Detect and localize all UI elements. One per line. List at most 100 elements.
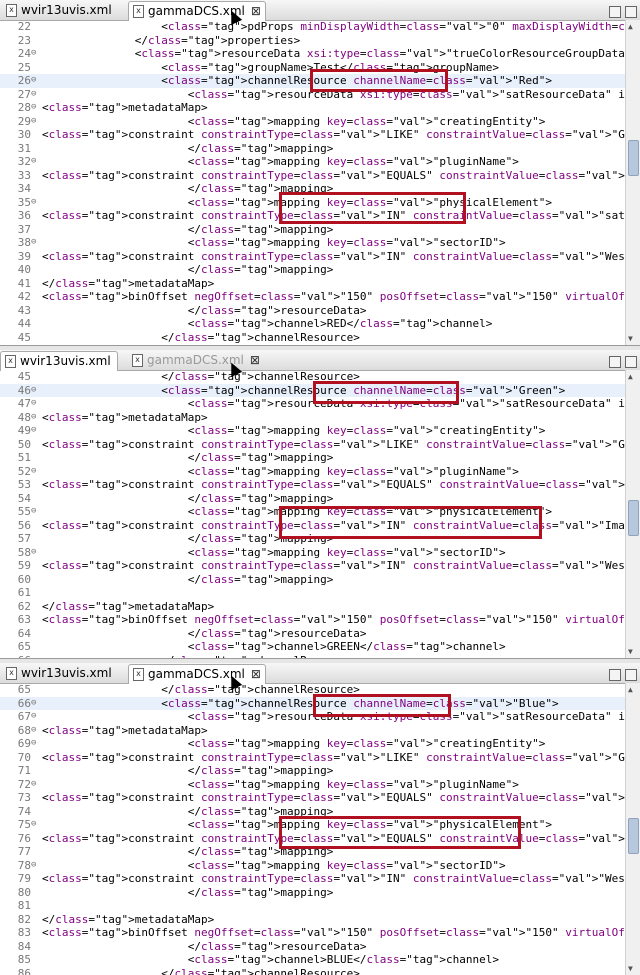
code-line[interactable]: 60 </class="tag">mapping> [0, 573, 626, 587]
maximize-icon[interactable] [625, 6, 637, 18]
fold-toggle-icon[interactable]: ⊖ [31, 384, 41, 398]
tab-wvir13uvis[interactable]: x wvir13uvis.xml [2, 664, 112, 682]
code-line[interactable]: 22 <class="tag">pdProps minDisplayWidth=… [0, 20, 640, 34]
fold-toggle-icon[interactable]: ⊖ [31, 101, 41, 115]
code-line[interactable]: 40 </class="tag">mapping> [0, 263, 626, 277]
vertical-scrollbar[interactable]: ▲ ▼ [625, 370, 640, 658]
code-line[interactable]: 85 <class="tag">channel>BLUE</class="tag… [0, 953, 626, 967]
code-line[interactable]: 73 <class="tag">constraint constraintType… [0, 791, 640, 805]
scroll-up-icon[interactable]: ▲ [628, 372, 633, 381]
close-icon[interactable]: ⊠ [250, 353, 260, 367]
code-line[interactable]: 81 [0, 899, 626, 913]
fold-toggle-icon[interactable]: ⊖ [31, 697, 41, 711]
code-line[interactable]: 64 </class="tag">resourceData> [0, 627, 626, 641]
code-line[interactable]: 24 ⊖ <class="tag">resourceData xsi:type=c… [0, 47, 638, 61]
vertical-scrollbar[interactable]: ▲ ▼ [625, 20, 640, 345]
code-line[interactable]: 59 <class="tag">constraint constraintType… [0, 559, 640, 573]
code-line[interactable]: 61 [0, 586, 626, 600]
code-line[interactable]: 51 </class="tag">mapping> [0, 451, 626, 465]
code-text: <class="tag">mapping key=class="val">"cr… [42, 424, 546, 437]
code-line[interactable]: 68 ⊖ <class="tag">metadataMap> [0, 724, 626, 738]
scroll-down-icon[interactable]: ▼ [628, 647, 633, 656]
code-line[interactable]: 84 </class="tag">resourceData> [0, 940, 626, 954]
tab-wvir13uvis[interactable]: x wvir13uvis.xml [0, 351, 118, 371]
fold-toggle-icon[interactable]: ⊖ [31, 859, 41, 873]
scroll-thumb[interactable] [628, 500, 639, 536]
code-line[interactable]: 37 </class="tag">mapping> [0, 223, 626, 237]
fold-toggle-icon[interactable]: ⊖ [31, 196, 41, 210]
fold-toggle-icon[interactable]: ⊖ [31, 505, 41, 519]
code-line[interactable]: 50 <class="tag">constraint constraintType… [0, 438, 640, 452]
code-line[interactable]: 45 </class="tag">channelResource> [0, 331, 626, 345]
code-line[interactable]: 31 </class="tag">mapping> [0, 142, 626, 156]
scroll-thumb[interactable] [628, 140, 639, 176]
tab-gammadcs[interactable]: x gammaDCS.xml ⊠ [128, 1, 266, 21]
code-line[interactable]: 63 <class="tag">binOffset negOffset=class… [0, 613, 640, 627]
fold-toggle-icon[interactable]: ⊖ [31, 411, 41, 425]
code-line[interactable]: 72 ⊖ <class="tag">mapping key=class="val"… [0, 778, 626, 792]
code-line[interactable]: 32 ⊖ <class="tag">mapping key=class="val"… [0, 155, 626, 169]
code-line[interactable]: 43 </class="tag">resourceData> [0, 304, 626, 318]
scroll-thumb[interactable] [628, 818, 639, 854]
code-line[interactable]: 39 <class="tag">constraint constraintType… [0, 250, 640, 264]
code-line[interactable]: 65 <class="tag">channel>GREEN</class="ta… [0, 640, 626, 654]
code-line[interactable]: 69 ⊖ <class="tag">mapping key=class="val"… [0, 737, 626, 751]
code-line[interactable]: 29 ⊖ <class="tag">mapping key=class="val"… [0, 115, 626, 129]
scroll-up-icon[interactable]: ▲ [628, 685, 633, 694]
fold-toggle-icon[interactable]: ⊖ [31, 818, 41, 832]
code-line[interactable]: 49 ⊖ <class="tag">mapping key=class="val"… [0, 424, 626, 438]
code-line[interactable]: 44 <class="tag">channel>RED</class="tag"… [0, 317, 626, 331]
scroll-up-icon[interactable]: ▲ [628, 22, 633, 31]
vertical-scrollbar[interactable]: ▲ ▼ [625, 683, 640, 975]
fold-toggle-icon[interactable]: ⊖ [31, 710, 41, 724]
code-line[interactable]: 54 </class="tag">mapping> [0, 492, 626, 506]
code-line[interactable]: 80 </class="tag">mapping> [0, 886, 626, 900]
code-line[interactable]: 52 ⊖ <class="tag">mapping key=class="val"… [0, 465, 626, 479]
fold-toggle-icon[interactable]: ⊖ [31, 737, 41, 751]
code-line[interactable]: 33 <class="tag">constraint constraintType… [0, 169, 640, 183]
code-line[interactable]: 82 </class="tag">metadataMap> [0, 913, 626, 927]
code-line[interactable]: 48 ⊖ <class="tag">metadataMap> [0, 411, 626, 425]
code-line[interactable]: 83 <class="tag">binOffset negOffset=class… [0, 926, 640, 940]
minimize-icon[interactable] [609, 6, 621, 18]
minimize-icon[interactable] [609, 356, 621, 368]
close-icon[interactable]: ⊠ [251, 667, 261, 681]
code-line[interactable]: 66 </class="tag">channelResource> [0, 654, 626, 659]
fold-toggle-icon[interactable]: ⊖ [31, 74, 41, 88]
fold-toggle-icon[interactable]: ⊖ [31, 47, 41, 61]
tab-gammadcs[interactable]: x gammaDCS.xml ⊠ [128, 664, 266, 684]
code-line[interactable]: 53 <class="tag">constraint constraintType… [0, 478, 640, 492]
code-line[interactable]: 70 <class="tag">constraint constraintType… [0, 751, 640, 765]
code-line[interactable]: 41 </class="tag">metadataMap> [0, 277, 626, 291]
scroll-down-icon[interactable]: ▼ [628, 964, 633, 973]
code-line[interactable]: 79 <class="tag">constraint constraintType… [0, 872, 640, 886]
code-line[interactable]: 62 </class="tag">metadataMap> [0, 600, 626, 614]
scroll-down-icon[interactable]: ▼ [628, 334, 633, 343]
code-line[interactable]: 71 </class="tag">mapping> [0, 764, 626, 778]
fold-toggle-icon[interactable]: ⊖ [31, 778, 41, 792]
maximize-icon[interactable] [625, 669, 637, 681]
fold-toggle-icon[interactable]: ⊖ [31, 155, 41, 169]
line-number: 35 [17, 195, 31, 209]
fold-toggle-icon[interactable]: ⊖ [31, 88, 41, 102]
fold-toggle-icon[interactable]: ⊖ [31, 397, 41, 411]
fold-toggle-icon[interactable]: ⊖ [31, 424, 41, 438]
code-line[interactable]: 78 ⊖ <class="tag">mapping key=class="val"… [0, 859, 626, 873]
code-line[interactable]: 38 ⊖ <class="tag">mapping key=class="val"… [0, 236, 626, 250]
fold-toggle-icon[interactable]: ⊖ [31, 236, 41, 250]
code-line[interactable]: 42 <class="tag">binOffset negOffset=class… [0, 290, 640, 304]
fold-toggle-icon[interactable]: ⊖ [31, 115, 41, 129]
code-line[interactable]: 23 </class="tag">properties> [0, 34, 626, 48]
maximize-icon[interactable] [625, 356, 637, 368]
fold-toggle-icon[interactable]: ⊖ [31, 465, 41, 479]
code-line[interactable]: 58 ⊖ <class="tag">mapping key=class="val"… [0, 546, 626, 560]
fold-toggle-icon[interactable]: ⊖ [31, 546, 41, 560]
fold-toggle-icon[interactable]: ⊖ [31, 724, 41, 738]
code-line[interactable]: 30 <class="tag">constraint constraintType… [0, 128, 640, 142]
tab-wvir13uvis[interactable]: x wvir13uvis.xml [2, 1, 112, 19]
minimize-icon[interactable] [609, 669, 621, 681]
tab-gammadcs[interactable]: x gammaDCS.xml ⊠ [128, 351, 260, 369]
close-icon[interactable]: ⊠ [251, 4, 261, 18]
code-line[interactable]: 86 </class="tag">channelResource> [0, 967, 626, 975]
code-line[interactable]: 28 ⊖ <class="tag">metadataMap> [0, 101, 626, 115]
